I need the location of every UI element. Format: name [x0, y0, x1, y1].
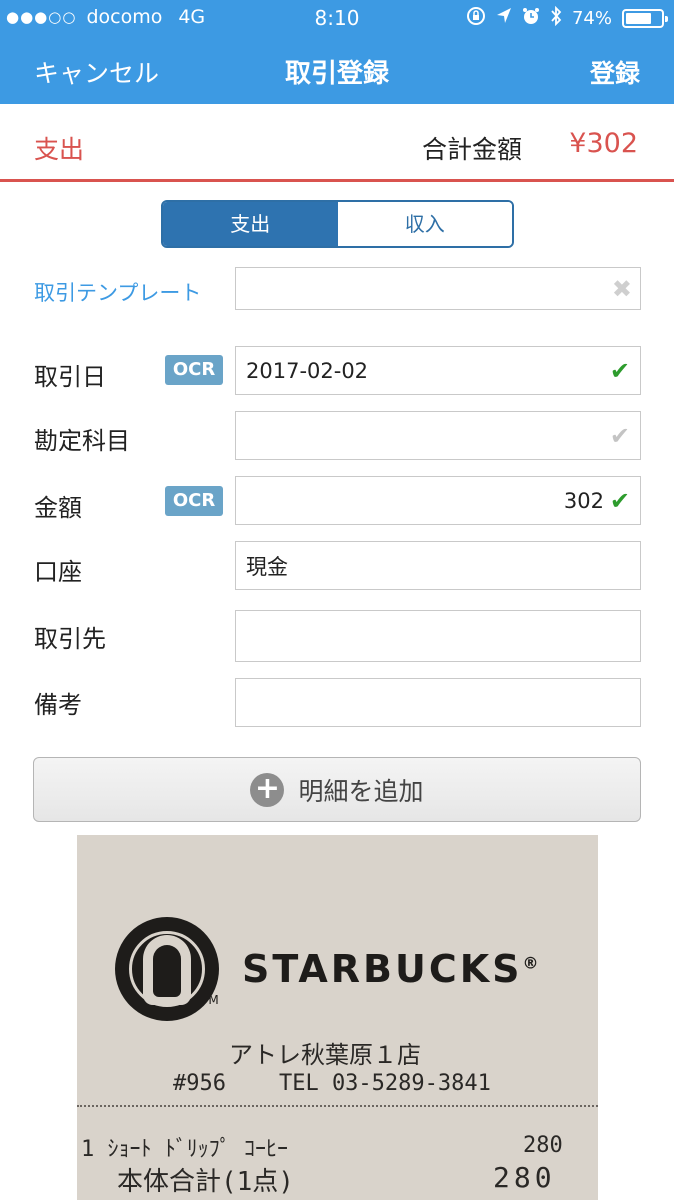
wallet-value: 現金: [246, 554, 288, 579]
amount-label: 金額: [34, 494, 82, 522]
receipt-item-price: 280: [523, 1133, 563, 1158]
receipt-store-name: アトレ秋葉原１店: [229, 1041, 421, 1069]
rotation-lock-icon: [466, 6, 486, 31]
location-icon: [496, 7, 512, 30]
add-detail-button[interactable]: + 明細を追加: [33, 757, 641, 822]
battery-icon: [622, 9, 668, 28]
transaction-kind-label: 支出: [34, 135, 85, 164]
tab-income[interactable]: 収入: [337, 202, 512, 246]
memo-field[interactable]: [235, 678, 641, 727]
page-title: 取引登録: [284, 59, 389, 89]
date-ocr-badge[interactable]: OCR: [165, 355, 223, 385]
account-item-field[interactable]: ✔: [235, 411, 641, 460]
total-summary: 支出 合計金額 ¥302: [0, 104, 674, 182]
top-bar: ●●●○○ docomo 4G 8:10 74% キャンセル 取引登録 登録: [0, 0, 674, 104]
tab-expense[interactable]: 支出: [163, 202, 338, 246]
wallet-field[interactable]: 現金: [235, 541, 641, 590]
date-field[interactable]: 2017-02-02 ✔: [235, 346, 641, 395]
wallet-label: 口座: [34, 558, 82, 586]
clear-icon[interactable]: ✖: [612, 275, 632, 303]
receipt-image[interactable]: TM STARBUCKS® アトレ秋葉原１店 #956 TEL 03-5289-…: [77, 835, 598, 1200]
account-item-label: 勘定科目: [34, 427, 130, 455]
check-icon: ✔: [609, 486, 630, 515]
memo-label: 備考: [34, 691, 82, 719]
partner-label: 取引先: [34, 625, 106, 653]
receipt-brand: STARBUCKS®: [242, 947, 539, 991]
amount-ocr-badge[interactable]: OCR: [165, 486, 223, 516]
total-amount-label: 合計金額: [422, 135, 523, 164]
navigation-bar: キャンセル 取引登録 登録: [0, 36, 674, 104]
receipt-store-tel: #956 TEL 03-5289-3841: [173, 1071, 491, 1096]
battery-percent: 74%: [571, 8, 612, 29]
template-field[interactable]: ✖: [235, 267, 641, 310]
receipt-subtotal-label: 本体合計(1点): [117, 1167, 294, 1197]
alarm-icon: [522, 7, 540, 30]
receipt-divider: [77, 1105, 598, 1107]
add-detail-label: 明細を追加: [298, 776, 424, 806]
battery-level-fill: [626, 13, 651, 24]
template-label[interactable]: 取引テンプレート: [34, 277, 201, 307]
trademark-mark: TM: [201, 993, 219, 1007]
receipt-subtotal-value: 280: [493, 1161, 556, 1194]
status-bar: ●●●○○ docomo 4G 8:10 74%: [0, 0, 674, 36]
partner-field[interactable]: [235, 610, 641, 662]
amount-value: 302: [563, 488, 604, 513]
amount-field[interactable]: 302 ✔: [235, 476, 641, 525]
check-icon: ✔: [609, 356, 630, 385]
plus-circle-icon: +: [250, 772, 285, 807]
total-amount-value: ¥302: [569, 128, 638, 159]
register-button[interactable]: 登録: [590, 54, 640, 90]
income-expense-toggle: 支出 収入: [161, 200, 514, 248]
receipt-item-line: 1 ｼｮｰﾄ ﾄﾞﾘｯﾌﾟ ｺｰﾋｰ: [81, 1137, 288, 1162]
date-value: 2017-02-02: [246, 358, 369, 383]
bluetooth-icon: [550, 5, 562, 31]
check-icon: ✔: [609, 421, 630, 450]
date-label: 取引日: [34, 363, 106, 391]
